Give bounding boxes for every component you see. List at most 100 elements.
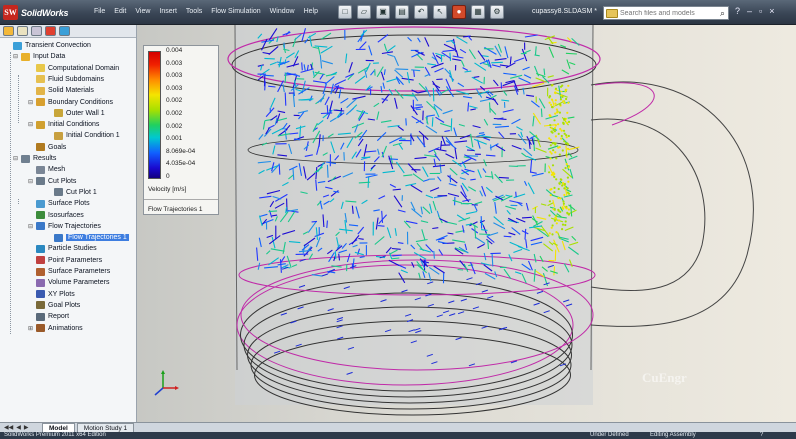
appearance-tab-icon[interactable] — [45, 26, 56, 36]
options-icon[interactable]: ⚙ — [490, 5, 504, 19]
tree-item-volume-parameters[interactable]: Volume Parameters — [36, 277, 109, 288]
new-icon[interactable]: □ — [338, 5, 352, 19]
tree-item-particle-studies[interactable]: Particle Studies — [36, 243, 97, 254]
expander-icon[interactable]: ⊟ — [13, 155, 18, 162]
rebuild-icon[interactable]: ● — [452, 5, 466, 19]
tree-item-report[interactable]: Report — [36, 311, 69, 322]
graphics-viewport[interactable]: – × — [137, 25, 796, 422]
tree-item-goal-plots[interactable]: Goal Plots — [36, 300, 80, 311]
file-properties-icon[interactable]: ▦ — [471, 5, 485, 19]
expander-icon[interactable]: ⊞ — [28, 325, 33, 332]
flow-trajectory-point — [559, 127, 562, 131]
next-tab-icon[interactable]: ▶ — [24, 424, 29, 431]
solidworks-logo[interactable]: SW SolidWorks — [3, 4, 83, 21]
legend-tick-label: 0.004 — [166, 47, 183, 54]
tree-item-label: Fluid Subdomains — [48, 75, 105, 83]
expander-icon[interactable]: ⊟ — [28, 121, 33, 128]
tree-item-cut-plot-1[interactable]: Cut Plot 1 — [54, 187, 97, 198]
select-icon[interactable]: ↖ — [433, 5, 447, 19]
tree-item-outer-wall-1[interactable]: Outer Wall 1 — [54, 108, 105, 119]
first-tab-icon[interactable]: ◀◀ — [4, 424, 13, 431]
flow-trajectory-arrow — [400, 138, 406, 140]
legend-tick-label: 0.003 — [166, 72, 183, 80]
velocity-legend[interactable]: 0.004 0.003 0.003 0.003 0.002 0.002 0.002 0.001… — [143, 45, 219, 215]
tree-connector-line — [10, 52, 11, 334]
flow-trajectory-point — [560, 137, 563, 140]
tab-motion-study[interactable]: Motion Study 1 — [76, 423, 135, 432]
flow-trajectory-point — [551, 131, 554, 134]
tree-item-initial-conditions[interactable]: ⊟ Initial Conditions — [28, 119, 99, 130]
flow-trajectory-point — [562, 121, 565, 124]
configuration-manager-tab-icon[interactable] — [31, 26, 42, 36]
prev-tab-icon[interactable]: ◀ — [16, 424, 21, 431]
flow-trajectory-point — [565, 136, 568, 139]
tree-item-xy-plots[interactable]: XY Plots — [36, 289, 75, 300]
status-definition: Under Defined — [590, 432, 629, 438]
tree-item-isosurfaces[interactable]: Isosurfaces — [36, 210, 84, 221]
flow-trajectory-arrow — [264, 81, 266, 91]
expander-icon[interactable]: ⊟ — [28, 99, 33, 106]
restore-icon[interactable]: ▫ — [759, 6, 762, 16]
tree-item-fluid-subdomains[interactable]: Fluid Subdomains — [36, 74, 104, 85]
status-help[interactable]: ? — [760, 432, 763, 439]
tree-item-computational-domain[interactable]: Computational Domain — [36, 63, 119, 74]
flow-trajectory-point — [548, 137, 551, 140]
flow-trajectory-point — [554, 216, 557, 219]
close-icon[interactable]: × — [769, 6, 774, 16]
print-icon[interactable]: ▤ — [395, 5, 409, 19]
tree-item-input-data[interactable]: ⊟ Input Data — [13, 51, 65, 62]
tree-item-animations[interactable]: ⊞ Animations — [28, 323, 83, 334]
flow-trajectory-point — [567, 101, 570, 104]
tree-item-point-parameters[interactable]: Point Parameters — [36, 255, 102, 266]
expander-icon[interactable]: ⊟ — [13, 53, 18, 60]
flow-trajectory-point — [560, 134, 563, 138]
tree-item-initial-condition-1[interactable]: Initial Condition 1 — [54, 130, 120, 141]
tree-item-results[interactable]: ⊟ Results — [13, 153, 56, 164]
flow-trajectory-point — [563, 187, 566, 190]
tree-item-boundary-conditions[interactable]: ⊟ Boundary Conditions — [28, 97, 113, 108]
flow-trajectory-point — [565, 88, 568, 91]
expander-icon[interactable]: ⊟ — [28, 223, 33, 230]
menu-flow-simulation[interactable]: Flow Simulation — [211, 8, 260, 15]
menu-help[interactable]: Help — [304, 8, 318, 15]
tree-item-cut-plots[interactable]: ⊟ Cut Plots — [28, 176, 76, 187]
flow-analysis-tab-icon[interactable] — [59, 26, 70, 36]
legend-tick-label: 0.003 — [166, 59, 183, 67]
tree-item-surface-plots[interactable]: Surface Plots — [36, 198, 90, 209]
flow-trajectory-point — [566, 111, 569, 114]
minimize-icon[interactable]: – — [747, 6, 752, 16]
tree-item-transient-convection[interactable]: Transient Convection — [13, 40, 91, 51]
flow-trajectory-point — [563, 193, 566, 197]
tab-model[interactable]: Model — [42, 423, 75, 432]
menu-insert[interactable]: Insert — [159, 8, 177, 15]
expander-icon[interactable]: ⊟ — [28, 178, 33, 185]
search-icon[interactable]: ⌕ — [720, 8, 725, 19]
help-icon[interactable]: ? — [735, 6, 740, 16]
flow-trajectory-point — [552, 171, 555, 174]
open-icon[interactable]: ▱ — [357, 5, 371, 19]
tree-item-goals[interactable]: Goals — [36, 142, 66, 153]
menu-window[interactable]: Window — [270, 8, 295, 15]
menu-view[interactable]: View — [135, 8, 150, 15]
menu-file[interactable]: File — [94, 8, 105, 15]
flow-trajectory-arrow — [553, 266, 556, 276]
search-input[interactable] — [620, 7, 720, 19]
tree-item-flow-trajectories-1[interactable]: Flow Trajectories 1 — [54, 232, 129, 243]
search-box[interactable]: ⌕ — [603, 6, 729, 20]
menu-edit[interactable]: Edit — [114, 8, 126, 15]
property-manager-tab-icon[interactable] — [17, 26, 28, 36]
tree-item-surface-parameters[interactable]: Surface Parameters — [36, 266, 110, 277]
flow-trajectory-point — [558, 111, 561, 114]
tree-item-flow-trajectories[interactable]: ⊟ Flow Trajectories — [28, 221, 101, 232]
initial-icon — [36, 120, 45, 129]
menu-tools[interactable]: Tools — [186, 8, 202, 15]
flow-trajectory-point — [548, 171, 551, 174]
flow-trajectory-point — [553, 127, 557, 130]
flow-trajectory-arrow — [433, 250, 435, 259]
feature-manager-tab-icon[interactable] — [3, 26, 14, 36]
save-icon[interactable]: ▣ — [376, 5, 390, 19]
tree-item-mesh[interactable]: Mesh — [36, 164, 65, 175]
tree-item-solid-materials[interactable]: Solid Materials — [36, 85, 94, 96]
flow-trajectory-point — [565, 163, 568, 166]
undo-icon[interactable]: ↶ — [414, 5, 428, 19]
